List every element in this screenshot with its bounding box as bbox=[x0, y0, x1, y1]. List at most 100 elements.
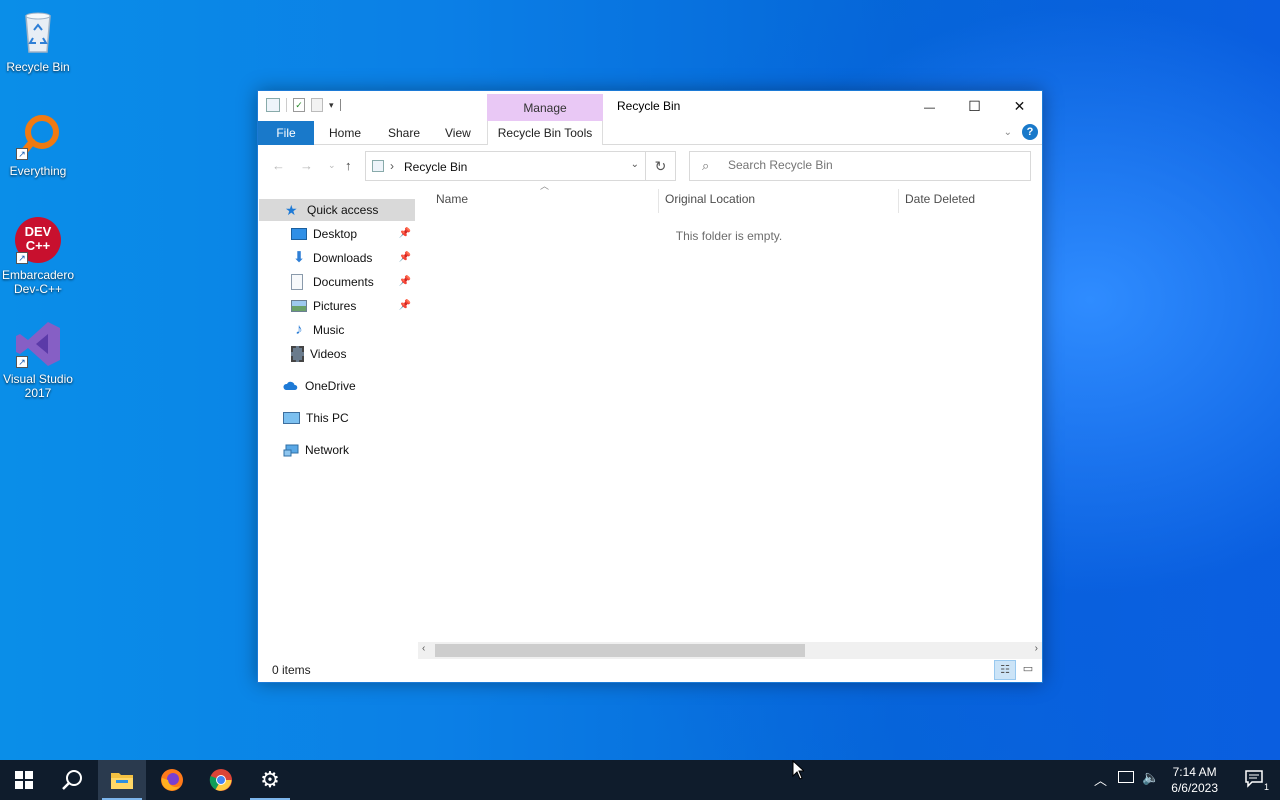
pictures-icon bbox=[291, 300, 307, 312]
close-button[interactable]: ✕ bbox=[997, 91, 1042, 121]
nav-documents[interactable]: Documents 📌 bbox=[259, 271, 415, 293]
nav-network[interactable]: Network bbox=[259, 439, 415, 461]
column-divider[interactable] bbox=[898, 189, 899, 213]
start-button[interactable] bbox=[0, 760, 48, 800]
help-icon[interactable]: ? bbox=[1022, 124, 1038, 140]
tab-view[interactable]: View bbox=[445, 121, 471, 145]
horizontal-scrollbar[interactable]: ‹ › bbox=[418, 642, 1042, 659]
maximize-icon: ☐ bbox=[968, 98, 981, 114]
desktop-icon-recycle-bin[interactable]: Recycle Bin bbox=[0, 8, 76, 74]
pin-icon[interactable]: 📌 bbox=[399, 247, 411, 269]
column-divider[interactable] bbox=[658, 189, 659, 213]
taskbar-search-button[interactable] bbox=[48, 760, 96, 800]
title-bar[interactable]: ✓ ▾ Manage Recycle Bin — ☐ ✕ bbox=[258, 91, 1042, 121]
tab-home[interactable]: Home bbox=[329, 121, 361, 145]
forward-icon[interactable]: → bbox=[300, 158, 313, 173]
status-bar: 0 items ☷ ▭ bbox=[258, 658, 1042, 682]
column-header-original-location[interactable]: Original Location bbox=[665, 192, 755, 206]
recycle-bin-icon bbox=[14, 8, 62, 56]
desktop-icon-everything[interactable]: ↗ Everything bbox=[0, 112, 76, 178]
tab-recycle-bin-tools[interactable]: Recycle Bin Tools bbox=[487, 121, 603, 145]
nav-desktop[interactable]: Desktop 📌 bbox=[259, 223, 415, 245]
show-hidden-icons-icon[interactable]: ︿ bbox=[1094, 770, 1107, 789]
shortcut-arrow-icon: ↗ bbox=[16, 148, 28, 160]
file-list[interactable]: ︿ Name Original Location Date Deleted Th… bbox=[416, 181, 1042, 647]
scrollbar-thumb[interactable] bbox=[435, 644, 805, 657]
everything-search-icon: ↗ bbox=[14, 112, 62, 160]
pin-icon[interactable]: 📌 bbox=[399, 271, 411, 293]
shortcut-arrow-icon: ↗ bbox=[16, 356, 28, 368]
recycle-bin-small-icon bbox=[372, 160, 384, 172]
nav-music[interactable]: ♪ Music bbox=[259, 319, 415, 341]
devcpp-icon: DEV C++ ↗ bbox=[14, 216, 62, 264]
documents-icon bbox=[291, 274, 303, 290]
up-icon[interactable]: ↑ bbox=[345, 158, 352, 173]
item-count: 0 items bbox=[272, 663, 311, 677]
nav-label: Desktop bbox=[313, 227, 358, 241]
network-tray-icon[interactable] bbox=[1118, 771, 1134, 783]
desktop-icon-label: Embarcadero Dev-C++ bbox=[1, 268, 75, 296]
scroll-left-icon[interactable]: ‹ bbox=[422, 643, 425, 654]
desktop-icon-visual-studio[interactable]: ↗ Visual Studio 2017 bbox=[0, 320, 76, 400]
address-field[interactable]: › Recycle Bin ⌄ bbox=[365, 151, 646, 181]
search-icon: ⌕ bbox=[702, 158, 710, 173]
tab-file[interactable]: File bbox=[258, 121, 314, 145]
maximize-button[interactable]: ☐ bbox=[952, 91, 997, 121]
refresh-button[interactable]: ↻ bbox=[646, 151, 676, 181]
address-dropdown-icon[interactable]: ⌄ bbox=[631, 159, 639, 170]
column-header-name[interactable]: Name bbox=[436, 192, 468, 206]
taskbar-settings[interactable]: ⚙ bbox=[246, 760, 294, 800]
nav-pictures[interactable]: Pictures 📌 bbox=[259, 295, 415, 317]
settings-icon: ⚙ bbox=[260, 767, 280, 792]
qat-dropdown-icon[interactable]: ▾ bbox=[329, 100, 334, 111]
clock[interactable]: 7:14 AM 6/6/2023 bbox=[1171, 764, 1218, 796]
nav-label: OneDrive bbox=[305, 379, 356, 393]
nav-label: Downloads bbox=[313, 251, 373, 265]
volume-muted-icon[interactable]: 🔈 bbox=[1142, 769, 1159, 786]
taskbar-file-explorer[interactable] bbox=[98, 760, 146, 800]
details-view-button[interactable]: ☷ bbox=[994, 660, 1016, 680]
close-icon: ✕ bbox=[1013, 98, 1026, 114]
nav-quick-access[interactable]: ★ Quick access bbox=[259, 199, 415, 221]
recent-locations-icon[interactable]: ⌄ bbox=[328, 160, 336, 171]
quick-access-toolbar: ✓ ▾ bbox=[266, 98, 341, 112]
chrome-icon bbox=[209, 769, 232, 791]
column-header-date-deleted[interactable]: Date Deleted bbox=[905, 192, 975, 206]
properties-icon[interactable]: ✓ bbox=[293, 98, 305, 112]
nav-onedrive[interactable]: OneDrive bbox=[259, 375, 415, 397]
clock-time: 7:14 AM bbox=[1172, 765, 1217, 779]
search-input[interactable] bbox=[728, 158, 1018, 172]
videos-icon bbox=[291, 346, 304, 362]
divider bbox=[286, 98, 287, 112]
start-icon bbox=[15, 771, 33, 789]
desktop-icon-devcpp[interactable]: DEV C++ ↗ Embarcadero Dev-C++ bbox=[0, 216, 76, 296]
nav-label: Documents bbox=[313, 275, 374, 289]
refresh-icon: ↻ bbox=[654, 158, 667, 174]
file-explorer-icon bbox=[111, 773, 133, 789]
taskbar-chrome[interactable] bbox=[197, 760, 245, 800]
nav-label: Videos bbox=[310, 347, 347, 361]
pin-icon[interactable]: 📌 bbox=[399, 223, 411, 245]
sort-ascending-icon: ︿ bbox=[540, 181, 550, 191]
music-icon: ♪ bbox=[295, 321, 303, 338]
tab-share[interactable]: Share bbox=[388, 121, 420, 145]
breadcrumb-recycle-bin[interactable]: Recycle Bin bbox=[404, 160, 467, 174]
search-box[interactable]: ⌕ bbox=[689, 151, 1031, 181]
clock-date: 6/6/2023 bbox=[1171, 781, 1218, 795]
new-folder-icon[interactable] bbox=[311, 98, 323, 112]
manage-contextual-tab[interactable]: Manage bbox=[487, 94, 603, 121]
notification-icon bbox=[1245, 770, 1263, 788]
large-icons-view-button[interactable]: ▭ bbox=[1017, 660, 1039, 680]
network-icon bbox=[283, 442, 299, 458]
minimize-button[interactable]: — bbox=[907, 91, 952, 121]
taskbar-firefox[interactable] bbox=[148, 760, 196, 800]
back-icon[interactable]: ← bbox=[272, 158, 285, 173]
pin-icon[interactable]: 📌 bbox=[399, 295, 411, 317]
nav-downloads[interactable]: ⬇ Downloads 📌 bbox=[259, 247, 415, 269]
notification-count-badge: 1 bbox=[1262, 782, 1270, 792]
action-center-button[interactable]: 1 bbox=[1244, 768, 1270, 792]
scroll-right-icon[interactable]: › bbox=[1035, 643, 1038, 654]
nav-videos[interactable]: Videos bbox=[259, 343, 415, 365]
expand-ribbon-icon[interactable]: ⌄ bbox=[1004, 127, 1012, 138]
nav-this-pc[interactable]: This PC bbox=[259, 407, 415, 429]
